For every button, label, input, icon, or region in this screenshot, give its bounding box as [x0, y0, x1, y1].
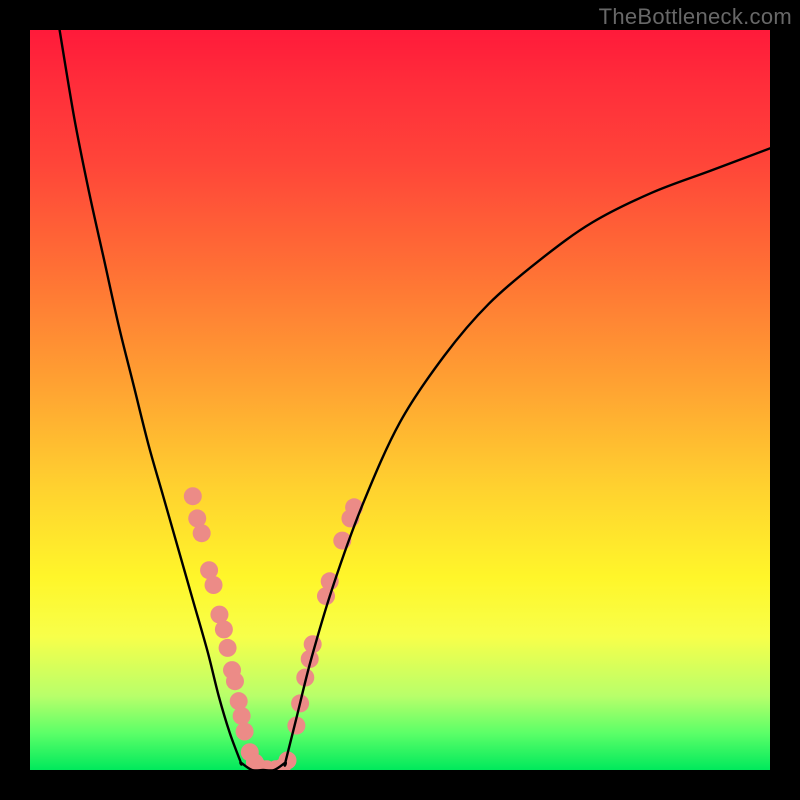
chart-svg	[30, 30, 770, 770]
bottleneck-curve	[60, 30, 770, 770]
scatter-point	[219, 639, 237, 657]
scatter-point	[233, 707, 251, 725]
scatter-point	[184, 487, 202, 505]
scatter-point	[215, 620, 233, 638]
scatter-point	[236, 723, 254, 741]
scatter-point	[230, 692, 248, 710]
watermark-text: TheBottleneck.com	[599, 4, 792, 30]
chart-frame: TheBottleneck.com	[0, 0, 800, 800]
scatter-point	[193, 524, 211, 542]
scatter-point	[226, 672, 244, 690]
plot-area	[30, 30, 770, 770]
scatter-layer	[184, 487, 363, 770]
scatter-point	[205, 576, 223, 594]
